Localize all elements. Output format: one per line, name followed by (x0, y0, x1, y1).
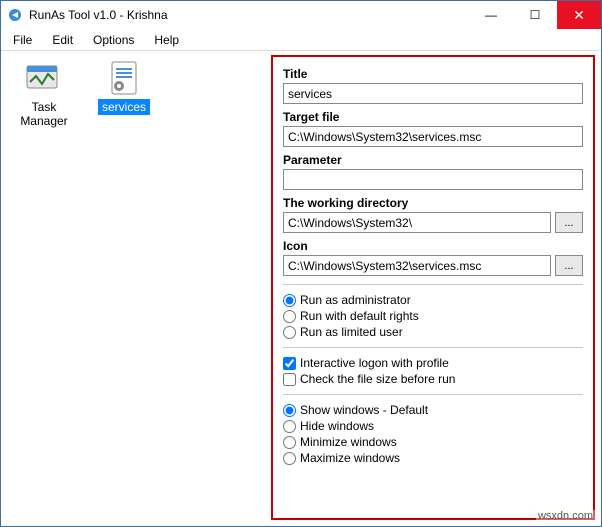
title-input[interactable] (283, 83, 583, 104)
properties-panel: Title Target file Parameter The working … (271, 55, 595, 520)
option-label: Run as limited user (300, 325, 403, 339)
hide-windows-radio[interactable] (283, 420, 296, 433)
check-filesize-option[interactable]: Check the file size before run (283, 372, 583, 386)
minimize-windows-radio[interactable] (283, 436, 296, 449)
window-title: RunAs Tool v1.0 - Krishna (29, 8, 469, 22)
parameter-label: Parameter (283, 153, 583, 167)
item-list[interactable]: Task Manager services (1, 51, 271, 526)
list-item[interactable]: Task Manager (7, 57, 81, 131)
divider (283, 284, 583, 285)
titlebar[interactable]: RunAs Tool v1.0 - Krishna — ☐ ✕ (1, 1, 601, 29)
run-limited-option[interactable]: Run as limited user (283, 325, 583, 339)
run-default-radio[interactable] (283, 310, 296, 323)
run-default-option[interactable]: Run with default rights (283, 309, 583, 323)
window-controls: — ☐ ✕ (469, 1, 601, 29)
option-label: Maximize windows (300, 451, 400, 465)
show-default-radio[interactable] (283, 404, 296, 417)
minimize-windows-option[interactable]: Minimize windows (283, 435, 583, 449)
divider (283, 394, 583, 395)
working-directory-input[interactable] (283, 212, 551, 233)
minimize-button[interactable]: — (469, 1, 513, 29)
maximize-windows-option[interactable]: Maximize windows (283, 451, 583, 465)
divider (283, 347, 583, 348)
close-icon: ✕ (573, 7, 585, 24)
menu-options[interactable]: Options (83, 29, 144, 50)
minimize-icon: — (485, 8, 497, 22)
icon-input[interactable] (283, 255, 551, 276)
ellipsis-icon: ... (564, 260, 573, 272)
ellipsis-icon: ... (564, 217, 573, 229)
maximize-windows-radio[interactable] (283, 452, 296, 465)
menubar: File Edit Options Help (1, 29, 601, 51)
maximize-button[interactable]: ☐ (513, 1, 557, 29)
target-file-input[interactable] (283, 126, 583, 147)
parameter-input[interactable] (283, 169, 583, 190)
icon-label: Icon (283, 239, 583, 253)
option-label: Run as administrator (300, 293, 411, 307)
close-button[interactable]: ✕ (557, 1, 601, 29)
title-label: Title (283, 67, 583, 81)
browse-workdir-button[interactable]: ... (555, 212, 583, 233)
run-as-admin-radio[interactable] (283, 294, 296, 307)
target-file-label: Target file (283, 110, 583, 124)
check-filesize-checkbox[interactable] (283, 373, 296, 386)
option-label: Check the file size before run (300, 372, 455, 386)
task-manager-icon (23, 59, 65, 97)
list-item-label: services (98, 99, 150, 115)
run-limited-radio[interactable] (283, 326, 296, 339)
option-label: Hide windows (300, 419, 374, 433)
app-icon (7, 7, 23, 23)
run-as-admin-option[interactable]: Run as administrator (283, 293, 583, 307)
option-label: Interactive logon with profile (300, 356, 449, 370)
menu-file[interactable]: File (3, 29, 42, 50)
menu-edit[interactable]: Edit (42, 29, 83, 50)
working-directory-label: The working directory (283, 196, 583, 210)
option-label: Run with default rights (300, 309, 419, 323)
option-label: Show windows - Default (300, 403, 428, 417)
browse-icon-button[interactable]: ... (555, 255, 583, 276)
maximize-icon: ☐ (530, 8, 541, 22)
interactive-logon-checkbox[interactable] (283, 357, 296, 370)
hide-windows-option[interactable]: Hide windows (283, 419, 583, 433)
content-area: Task Manager services Title (1, 51, 601, 526)
list-item-label: Task Manager (7, 99, 81, 129)
interactive-logon-option[interactable]: Interactive logon with profile (283, 356, 583, 370)
option-label: Minimize windows (300, 435, 397, 449)
list-item[interactable]: services (87, 57, 161, 117)
services-icon (103, 59, 145, 97)
menu-help[interactable]: Help (144, 29, 189, 50)
watermark: wsxdn.com (536, 510, 595, 522)
app-window: RunAs Tool v1.0 - Krishna — ☐ ✕ File Edi… (0, 0, 602, 527)
show-default-option[interactable]: Show windows - Default (283, 403, 583, 417)
